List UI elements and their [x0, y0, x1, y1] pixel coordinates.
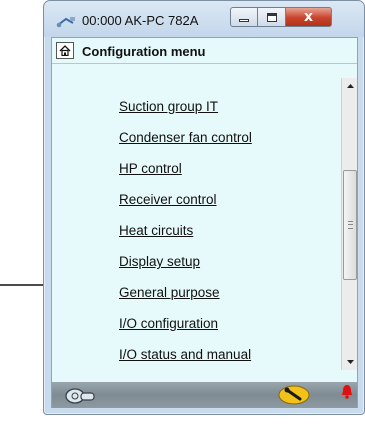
app-window: 00:000 AK-PC 782A x Configuration menu S… — [43, 0, 365, 415]
menu-item-hp-control[interactable]: HP control — [119, 161, 182, 176]
client-area: Configuration menu Suction group IT Cond… — [51, 37, 358, 408]
menu-header: Configuration menu — [52, 38, 357, 64]
menu-item-io-configuration[interactable]: I/O configuration — [119, 316, 218, 331]
menu-item-display-setup[interactable]: Display setup — [119, 254, 200, 269]
grip-icon — [348, 221, 353, 229]
minimize-icon — [239, 18, 249, 22]
menu-item-condenser-fan[interactable]: Condenser fan control — [119, 130, 252, 145]
home-button[interactable] — [56, 42, 74, 59]
close-button[interactable]: x — [286, 7, 332, 27]
vertical-scrollbar[interactable] — [341, 78, 357, 370]
status-footer — [52, 382, 357, 408]
menu-item-general-purpose[interactable]: General purpose — [119, 285, 220, 300]
wrench-icon[interactable] — [278, 385, 310, 405]
menu-item-heat-circuits[interactable]: Heat circuits — [119, 223, 193, 238]
menu-item-suction-group[interactable]: Suction group IT — [119, 99, 218, 114]
menu-list: Suction group IT Condenser fan control H… — [52, 65, 340, 375]
menu-item-receiver-control[interactable]: Receiver control — [119, 192, 217, 207]
minimize-button[interactable] — [230, 7, 258, 27]
controller-icon[interactable] — [64, 387, 96, 404]
window-title: 00:000 AK-PC 782A — [82, 13, 199, 28]
probe-icon — [56, 17, 75, 28]
scroll-thumb[interactable] — [343, 170, 357, 280]
close-icon: x — [303, 9, 314, 25]
menu-item-io-status[interactable]: I/O status and manual — [119, 347, 251, 362]
chevron-up-icon — [346, 84, 354, 88]
scroll-up-button[interactable] — [342, 78, 358, 94]
title-bar[interactable]: 00:000 AK-PC 782A x — [44, 1, 364, 37]
maximize-button[interactable] — [258, 7, 286, 27]
page-title: Configuration menu — [82, 44, 206, 59]
scroll-down-button[interactable] — [342, 354, 358, 370]
maximize-icon — [266, 12, 277, 22]
home-icon — [59, 45, 71, 56]
alarm-bell-icon[interactable] — [341, 384, 353, 400]
chevron-down-icon — [346, 360, 354, 364]
